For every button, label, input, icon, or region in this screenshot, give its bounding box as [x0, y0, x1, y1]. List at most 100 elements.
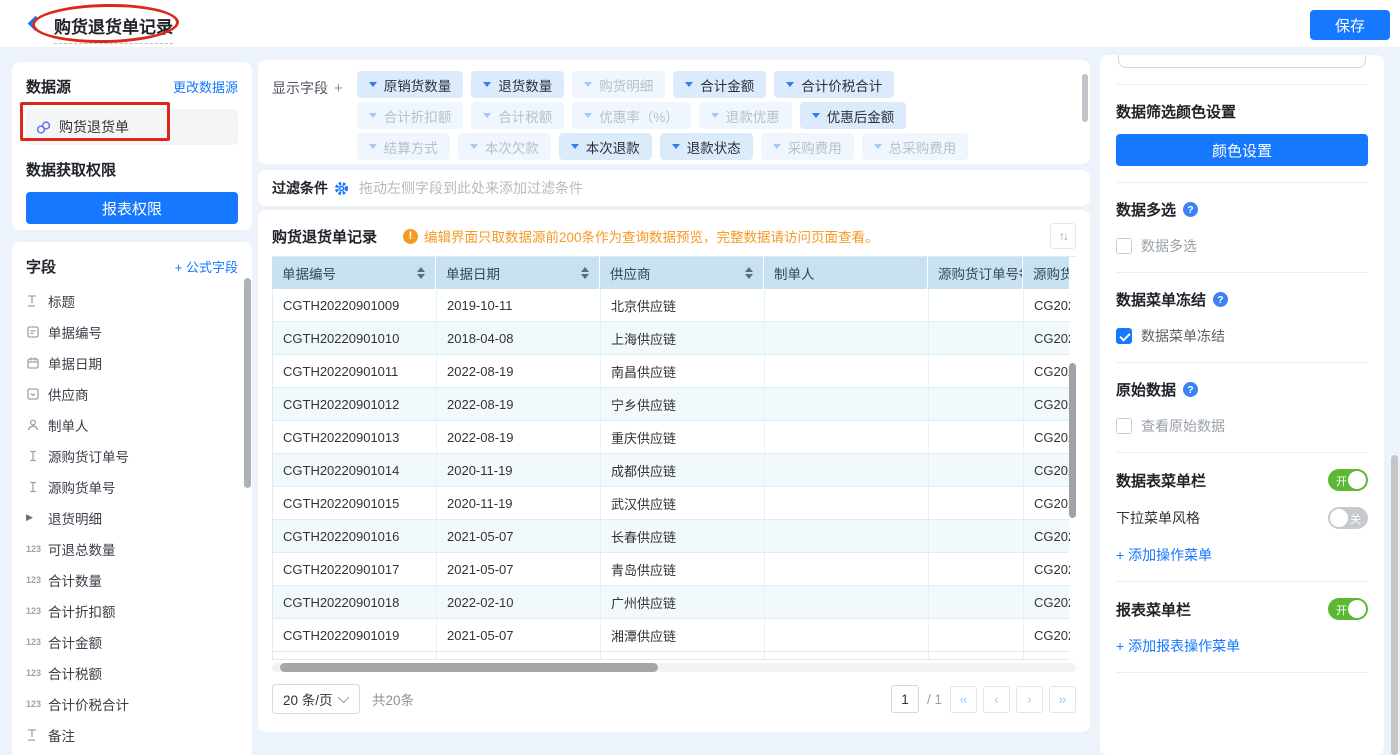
display-field-chip[interactable]: 购货明细 [572, 71, 665, 98]
field-item[interactable]: 源购货订单号 [26, 440, 238, 471]
display-field-chip[interactable]: 本次退款 [559, 133, 652, 160]
save-button[interactable]: 保存 [1310, 10, 1390, 40]
table-row[interactable]: CGTH202209010182022-02-10广州供应链CG2022 [272, 586, 1069, 619]
add-report-action-menu-link[interactable]: + 添加报表操作菜单 [1116, 636, 1368, 656]
field-item[interactable]: 供应商 [26, 378, 238, 409]
datasource-item[interactable]: 购货退货单 [26, 109, 238, 145]
display-fields-scrollbar[interactable] [1082, 74, 1088, 122]
table-row[interactable]: CGTH202209010092019-10-11北京供应链CG2022 [272, 289, 1069, 322]
field-item[interactable]: 123合计金额 [26, 626, 238, 657]
last-page-button[interactable]: » [1049, 686, 1076, 713]
field-item[interactable]: 123可退总数量 [26, 533, 238, 564]
field-item[interactable]: 123合计价税合计 [26, 688, 238, 719]
column-header[interactable]: 单据编号 [272, 257, 436, 289]
report-menubar-toggle[interactable]: 开 [1328, 598, 1368, 620]
field-item[interactable]: 单据日期 [26, 347, 238, 378]
change-datasource-link[interactable]: 更改数据源 [173, 77, 238, 96]
first-page-button[interactable]: « [950, 686, 977, 713]
table-cell: 武汉供应链 [601, 487, 765, 519]
column-header[interactable]: 制单人 [764, 257, 928, 289]
multi-select-checkbox-row[interactable]: 数据多选 [1116, 236, 1368, 256]
display-field-chip[interactable]: 原销货数量 [357, 71, 464, 98]
display-field-chip[interactable]: 本次欠款 [458, 133, 551, 160]
sort-order-button[interactable]: ↑↓ [1050, 223, 1076, 249]
add-display-field-button[interactable]: + [334, 80, 343, 97]
page-size-select[interactable]: 20 条/页 [272, 684, 360, 714]
table-menubar-toggle[interactable]: 开 [1328, 469, 1368, 491]
menu-freeze-checkbox-row[interactable]: 数据菜单冻结 [1116, 326, 1368, 346]
table-row[interactable]: CGTH202209010152020-11-19武汉供应链CG2022 [272, 487, 1069, 520]
display-field-chip[interactable]: 合计税额 [471, 102, 564, 129]
raw-data-checkbox[interactable] [1116, 418, 1132, 434]
menu-freeze-checkbox[interactable] [1116, 328, 1132, 344]
sort-icon[interactable] [745, 267, 753, 279]
table-row[interactable]: CGTH202209010172021-05-07青岛供应链CG2022 [272, 553, 1069, 586]
field-item[interactable]: 123合计税额 [26, 657, 238, 688]
display-field-chip[interactable]: 合计价税合计 [774, 71, 894, 98]
table-row[interactable]: CGTH202209010192021-05-07湘潭供应链CG2022 [272, 619, 1069, 652]
help-icon[interactable]: ? [1183, 202, 1198, 217]
display-field-chip[interactable]: 退款优惠 [699, 102, 792, 129]
sort-icon[interactable] [417, 267, 425, 279]
column-header[interactable]: 源购货单 [1023, 257, 1069, 289]
field-item[interactable]: ▶退货明细 [26, 502, 238, 533]
add-action-menu-link[interactable]: + 添加操作菜单 [1116, 545, 1368, 565]
display-field-chip[interactable]: 退款状态 [660, 133, 753, 160]
caret-down-icon [584, 113, 592, 118]
display-field-chip[interactable]: 结算方式 [357, 133, 450, 160]
sort-icon[interactable] [581, 267, 589, 279]
field-item[interactable]: 备注 [26, 719, 238, 750]
column-header[interactable]: 源购货订单号 [928, 257, 1023, 289]
column-label: 源购货订单号 [938, 263, 1019, 283]
help-icon[interactable]: ? [1183, 382, 1198, 397]
field-item[interactable]: 源购货单号 [26, 471, 238, 502]
chip-row: 原销货数量退货数量购货明细合计金额合计价税合计 [353, 70, 973, 101]
display-field-chip[interactable]: 退货数量 [471, 71, 564, 98]
display-field-chip[interactable]: 优惠率（%） [572, 102, 691, 129]
prev-page-button[interactable]: ‹ [983, 686, 1010, 713]
table-row[interactable]: CGTH202209010102018-04-08上海供应链CG2022 [272, 322, 1069, 355]
settings-scrollbar[interactable] [1391, 455, 1398, 755]
field-label: 单据日期 [48, 353, 102, 373]
table-row[interactable]: CGTH202209010162021-05-07长春供应链CG2022 [272, 520, 1069, 553]
table-warning-text: 编辑界面只取数据源前200条作为查询数据预览，完整数据请访问页面查看。 [424, 226, 879, 246]
next-page-button[interactable]: › [1016, 686, 1043, 713]
add-formula-field-link[interactable]: + 公式字段 [175, 257, 238, 276]
display-field-chip[interactable]: 合计折扣额 [357, 102, 464, 129]
display-field-chip[interactable]: 采购费用 [761, 133, 854, 160]
multi-select-checkbox[interactable] [1116, 238, 1132, 254]
table-vertical-scrollbar[interactable] [1069, 363, 1076, 518]
display-field-chip[interactable]: 总采购费用 [862, 133, 969, 160]
display-field-chip[interactable]: 合计金额 [673, 71, 766, 98]
filter-placeholder[interactable]: 拖动左侧字段到此处来添加过滤条件 [359, 178, 583, 198]
table-row[interactable]: CGTH202209010122022-08-19宁乡供应链CG2022 [272, 388, 1069, 421]
table-horizontal-scrollbar[interactable] [280, 663, 658, 672]
help-icon[interactable]: ? [1213, 292, 1228, 307]
field-item[interactable]: 123合计数量 [26, 564, 238, 595]
back-icon[interactable] [28, 16, 44, 32]
report-permission-button[interactable]: 报表权限 [26, 192, 238, 224]
field-item[interactable]: 单据编号 [26, 316, 238, 347]
field-item[interactable]: 制单人 [26, 409, 238, 440]
cutoff-input[interactable] [1118, 55, 1366, 68]
dropdown-style-toggle[interactable]: 关 [1328, 507, 1368, 529]
table-cell: 重庆供应链 [601, 421, 765, 453]
display-field-chip[interactable]: 优惠后金额 [800, 102, 907, 129]
column-header[interactable]: 单据日期 [436, 257, 600, 289]
fields-scrollbar[interactable] [244, 278, 251, 488]
gear-icon[interactable] [334, 181, 349, 196]
field-item[interactable]: 123合计折扣额 [26, 595, 238, 626]
color-settings-button[interactable]: 颜色设置 [1116, 134, 1368, 166]
table-row[interactable]: CGTH202209010132022-08-19重庆供应链CG2022 [272, 421, 1069, 454]
raw-data-checkbox-row[interactable]: 查看原始数据 [1116, 416, 1368, 436]
table-row[interactable]: CGTH202209010112022-08-19南昌供应链CG2022 [272, 355, 1069, 388]
page-title[interactable]: 购货退货单记录 [54, 13, 173, 44]
table-row[interactable]: CGTH202209010142020-11-19成都供应链CG2022 [272, 454, 1069, 487]
toggle-knob [1348, 471, 1366, 489]
caret-down-icon [685, 82, 693, 87]
table-cell: 湘潭供应链 [601, 619, 765, 651]
column-header[interactable]: 供应商 [600, 257, 764, 289]
field-item[interactable]: 标题 [26, 285, 238, 316]
current-page-input[interactable]: 1 [891, 685, 919, 713]
multi-select-title: 数据多选? [1116, 199, 1368, 220]
